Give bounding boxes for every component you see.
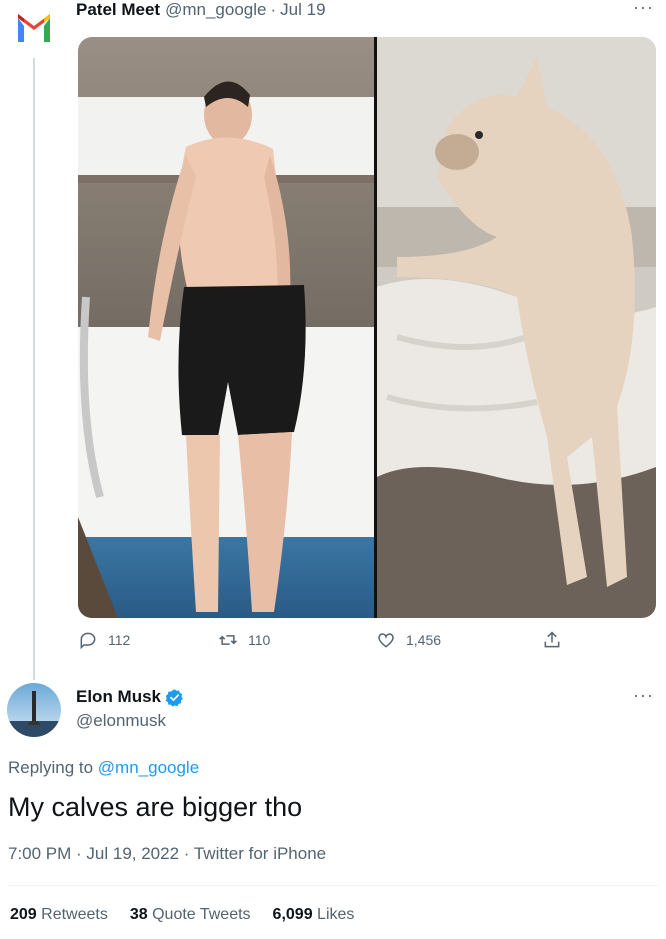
- verified-badge-icon: [165, 688, 183, 707]
- share-icon: [544, 631, 560, 648]
- photo-man-boat: [78, 37, 374, 618]
- likes-stat-label: Likes: [317, 906, 355, 923]
- header-separator: ·: [270, 0, 277, 19]
- replying-to-line: Replying to @mn_google: [8, 758, 199, 778]
- gmail-m-icon: [18, 14, 50, 42]
- elon-musk-avatar[interactable]: [7, 683, 61, 737]
- retweets-stat-count: 209: [10, 906, 37, 923]
- reply-icon: [80, 632, 96, 650]
- reply-tweet-text: My calves are bigger tho: [8, 792, 303, 822]
- thread-connector-line: [33, 58, 35, 680]
- likes-stat-count: 6,099: [272, 906, 313, 923]
- reply-action[interactable]: 112: [78, 630, 130, 650]
- replying-to-prefix: Replying to: [8, 758, 98, 777]
- retweets-stat[interactable]: 209 Retweets: [10, 906, 108, 924]
- heart-icon: [378, 633, 394, 648]
- photo-french-bulldog: [377, 37, 656, 618]
- retweets-stat-label: Retweets: [41, 906, 108, 923]
- share-action[interactable]: [542, 630, 572, 650]
- parent-more-options-button[interactable]: ···: [633, 0, 654, 16]
- media-image-french-bulldog[interactable]: [377, 37, 656, 618]
- quote-tweets-stat-label: Quote Tweets: [152, 906, 251, 923]
- like-count: 1,456: [406, 632, 442, 648]
- reply-count: 112: [108, 632, 131, 648]
- reply-author-row: Elon Musk: [76, 687, 184, 707]
- parent-tweet-actions: 112 110 1,456: [78, 630, 573, 656]
- retweet-icon: [219, 635, 237, 645]
- stats-divider: [8, 885, 658, 886]
- quote-tweets-stat-count: 38: [129, 906, 148, 923]
- like-action[interactable]: 1,456: [376, 630, 441, 650]
- reply-tweet-stats: 209 Retweets 38 Quote Tweets 6,099 Likes: [10, 906, 376, 924]
- parent-author-handle[interactable]: @mn_google: [165, 0, 266, 20]
- rocket-avatar-image: [7, 683, 61, 737]
- reply-author-handle[interactable]: @elonmusk: [76, 711, 166, 731]
- retweet-count: 110: [248, 632, 271, 648]
- parent-author-name[interactable]: Patel Meet: [76, 0, 160, 20]
- parent-tweet-header: Patel Meet @mn_google · Jul 19: [76, 0, 326, 20]
- quote-tweets-stat[interactable]: 38 Quote Tweets: [130, 906, 251, 924]
- likes-stat[interactable]: 6,099 Likes: [273, 906, 355, 924]
- reply-more-options-button[interactable]: ···: [633, 686, 654, 704]
- media-image-man-on-boat[interactable]: [78, 37, 374, 618]
- gmail-logo-avatar[interactable]: [14, 8, 54, 48]
- replying-to-mention-link[interactable]: @mn_google: [98, 758, 199, 777]
- reply-tweet-meta[interactable]: 7:00 PM · Jul 19, 2022 · Twitter for iPh…: [8, 844, 326, 864]
- reply-author-name[interactable]: Elon Musk: [76, 687, 161, 707]
- retweet-action[interactable]: 110: [218, 630, 270, 650]
- tweet-media-grid[interactable]: [78, 37, 656, 618]
- parent-tweet-date[interactable]: Jul 19: [280, 0, 325, 20]
